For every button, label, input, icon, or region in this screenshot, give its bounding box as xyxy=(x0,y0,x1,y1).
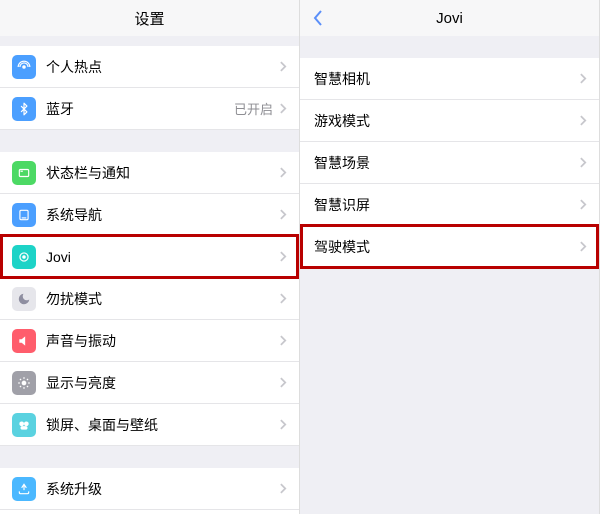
row-jovi[interactable]: Jovi xyxy=(0,236,299,278)
bluetooth-icon xyxy=(12,97,36,121)
update-icon xyxy=(12,477,36,501)
row-label: 驾驶模式 xyxy=(314,237,579,257)
chevron-right-icon xyxy=(279,335,287,347)
chevron-right-icon xyxy=(279,419,287,431)
chevron-right-icon xyxy=(279,167,287,179)
chevron-right-icon xyxy=(579,115,587,127)
row-display[interactable]: 显示与亮度 xyxy=(0,362,299,404)
chevron-right-icon xyxy=(279,483,287,495)
chevron-right-icon xyxy=(579,241,587,253)
chevron-right-icon xyxy=(279,209,287,221)
row-sound[interactable]: 声音与振动 xyxy=(0,320,299,362)
row-label: 勿扰模式 xyxy=(46,289,279,309)
chevron-right-icon xyxy=(579,157,587,169)
row-system-nav[interactable]: 系统导航 xyxy=(0,194,299,236)
row-game-mode[interactable]: 游戏模式 xyxy=(300,100,599,142)
chevron-right-icon xyxy=(279,103,287,115)
jovi-content[interactable]: 智慧相机 游戏模式 智慧场景 智慧识屏 驾驶模式 xyxy=(300,36,599,514)
settings-title: 设置 xyxy=(134,8,164,29)
jovi-header: Jovi xyxy=(300,0,599,36)
row-label: Jovi xyxy=(46,249,279,265)
row-label: 蓝牙 xyxy=(46,99,234,119)
row-value: 已开启 xyxy=(234,99,273,118)
chevron-right-icon xyxy=(579,199,587,211)
group-spacer xyxy=(0,36,299,46)
row-bluetooth[interactable]: 蓝牙 已开启 xyxy=(0,88,299,130)
row-status-bar[interactable]: 状态栏与通知 xyxy=(0,152,299,194)
row-label: 个人热点 xyxy=(46,57,279,77)
row-driving-mode[interactable]: 驾驶模式 xyxy=(300,226,599,268)
row-label: 系统升级 xyxy=(46,479,279,499)
row-label: 锁屏、桌面与壁纸 xyxy=(46,415,279,435)
chevron-right-icon xyxy=(279,377,287,389)
row-smart-screen[interactable]: 智慧识屏 xyxy=(300,184,599,226)
group-spacer xyxy=(0,446,299,468)
row-label: 系统导航 xyxy=(46,205,279,225)
nav-icon xyxy=(12,203,36,227)
lock-icon xyxy=(12,413,36,437)
row-dnd[interactable]: 勿扰模式 xyxy=(0,278,299,320)
row-label: 声音与振动 xyxy=(46,331,279,351)
hotspot-icon xyxy=(12,55,36,79)
row-label: 智慧相机 xyxy=(314,69,579,89)
row-label: 智慧识屏 xyxy=(314,195,579,215)
row-system-update[interactable]: 系统升级 xyxy=(0,468,299,510)
back-button[interactable] xyxy=(308,8,328,28)
row-lockscreen[interactable]: 锁屏、桌面与壁纸 xyxy=(0,404,299,446)
row-label: 游戏模式 xyxy=(314,111,579,131)
chevron-right-icon xyxy=(279,293,287,305)
row-hotspot[interactable]: 个人热点 xyxy=(0,46,299,88)
status-icon xyxy=(12,161,36,185)
display-icon xyxy=(12,371,36,395)
jovi-icon xyxy=(12,245,36,269)
dnd-icon xyxy=(12,287,36,311)
group-spacer xyxy=(300,36,599,58)
row-label: 状态栏与通知 xyxy=(46,163,279,183)
settings-content[interactable]: 个人热点 蓝牙 已开启 状态栏与通知 系统导航 xyxy=(0,36,299,514)
row-label: 智慧场景 xyxy=(314,153,579,173)
row-smart-scene[interactable]: 智慧场景 xyxy=(300,142,599,184)
row-fingerprint[interactable]: 指纹、面部与密码 xyxy=(0,510,299,514)
chevron-right-icon xyxy=(279,61,287,73)
chevron-right-icon xyxy=(579,73,587,85)
jovi-title: Jovi xyxy=(436,10,463,27)
group-spacer xyxy=(0,130,299,152)
row-label: 显示与亮度 xyxy=(46,373,279,393)
settings-header: 设置 xyxy=(0,0,299,36)
row-smart-camera[interactable]: 智慧相机 xyxy=(300,58,599,100)
jovi-pane: Jovi 智慧相机 游戏模式 智慧场景 智慧识屏 驾驶模式 xyxy=(300,0,600,514)
settings-pane: 设置 个人热点 蓝牙 已开启 状态栏与通知 xyxy=(0,0,300,514)
sound-icon xyxy=(12,329,36,353)
chevron-right-icon xyxy=(279,251,287,263)
